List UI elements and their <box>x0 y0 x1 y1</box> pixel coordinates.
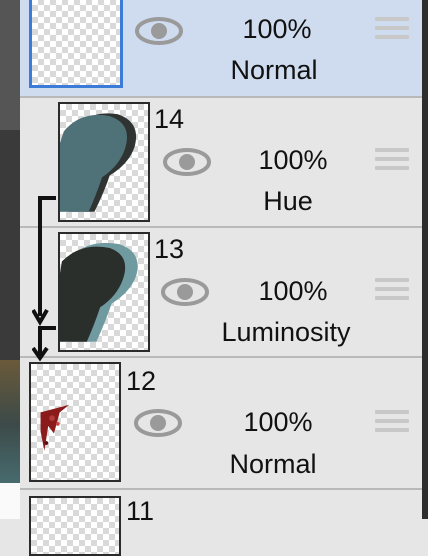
eye-icon[interactable] <box>161 277 209 307</box>
layer-thumbnail[interactable] <box>29 362 121 482</box>
clipping-arrow-icon <box>32 196 56 326</box>
layer-row-11[interactable]: 11 <box>20 490 422 556</box>
layer-row-12[interactable]: 12 100% Normal <box>20 358 422 490</box>
layer-number: 13 <box>154 234 185 264</box>
layer-opacity[interactable]: 100% <box>233 147 353 174</box>
layer-row-selected[interactable]: 100% Normal <box>20 0 422 98</box>
layer-row-13[interactable]: 13 100% Luminosity <box>20 228 422 358</box>
layer-thumbnail[interactable] <box>29 496 121 556</box>
eye-icon[interactable] <box>134 408 182 438</box>
panel-edge <box>422 0 428 519</box>
layer-thumbnail[interactable] <box>58 102 150 222</box>
drag-handle-icon[interactable] <box>375 148 409 176</box>
layer-thumbnail-art <box>40 404 70 451</box>
layers-panel: 100% Normal 14 100% Hue 13 100% Luminosi… <box>20 0 422 556</box>
layer-number: 14 <box>154 104 185 134</box>
layer-opacity[interactable]: 100% <box>217 16 337 43</box>
eye-icon[interactable] <box>163 147 211 177</box>
layer-number: 12 <box>126 366 157 396</box>
layer-opacity[interactable]: 100% <box>233 278 353 305</box>
layer-thumbnail-art <box>60 242 138 342</box>
canvas-edge-top <box>0 0 20 130</box>
drag-handle-icon[interactable] <box>375 410 409 438</box>
eye-icon[interactable] <box>135 16 183 46</box>
layer-number: 11 <box>126 496 155 526</box>
canvas-edge-white <box>0 483 20 519</box>
layer-blend-mode[interactable]: Normal <box>183 451 363 478</box>
layer-blend-mode[interactable]: Hue <box>198 188 378 215</box>
layer-blend-mode[interactable]: Normal <box>184 57 364 84</box>
drag-handle-icon[interactable] <box>375 278 409 306</box>
layer-row-14[interactable]: 14 100% Hue <box>20 98 422 228</box>
layer-thumbnail[interactable] <box>29 0 123 88</box>
layer-opacity[interactable]: 100% <box>218 409 338 436</box>
layer-thumbnail-art <box>60 113 137 212</box>
layer-thumbnail[interactable] <box>58 232 150 352</box>
canvas-edge <box>0 0 20 519</box>
clipping-arrow-icon <box>32 326 56 362</box>
drag-handle-icon[interactable] <box>375 17 409 45</box>
layer-blend-mode[interactable]: Luminosity <box>196 319 376 346</box>
